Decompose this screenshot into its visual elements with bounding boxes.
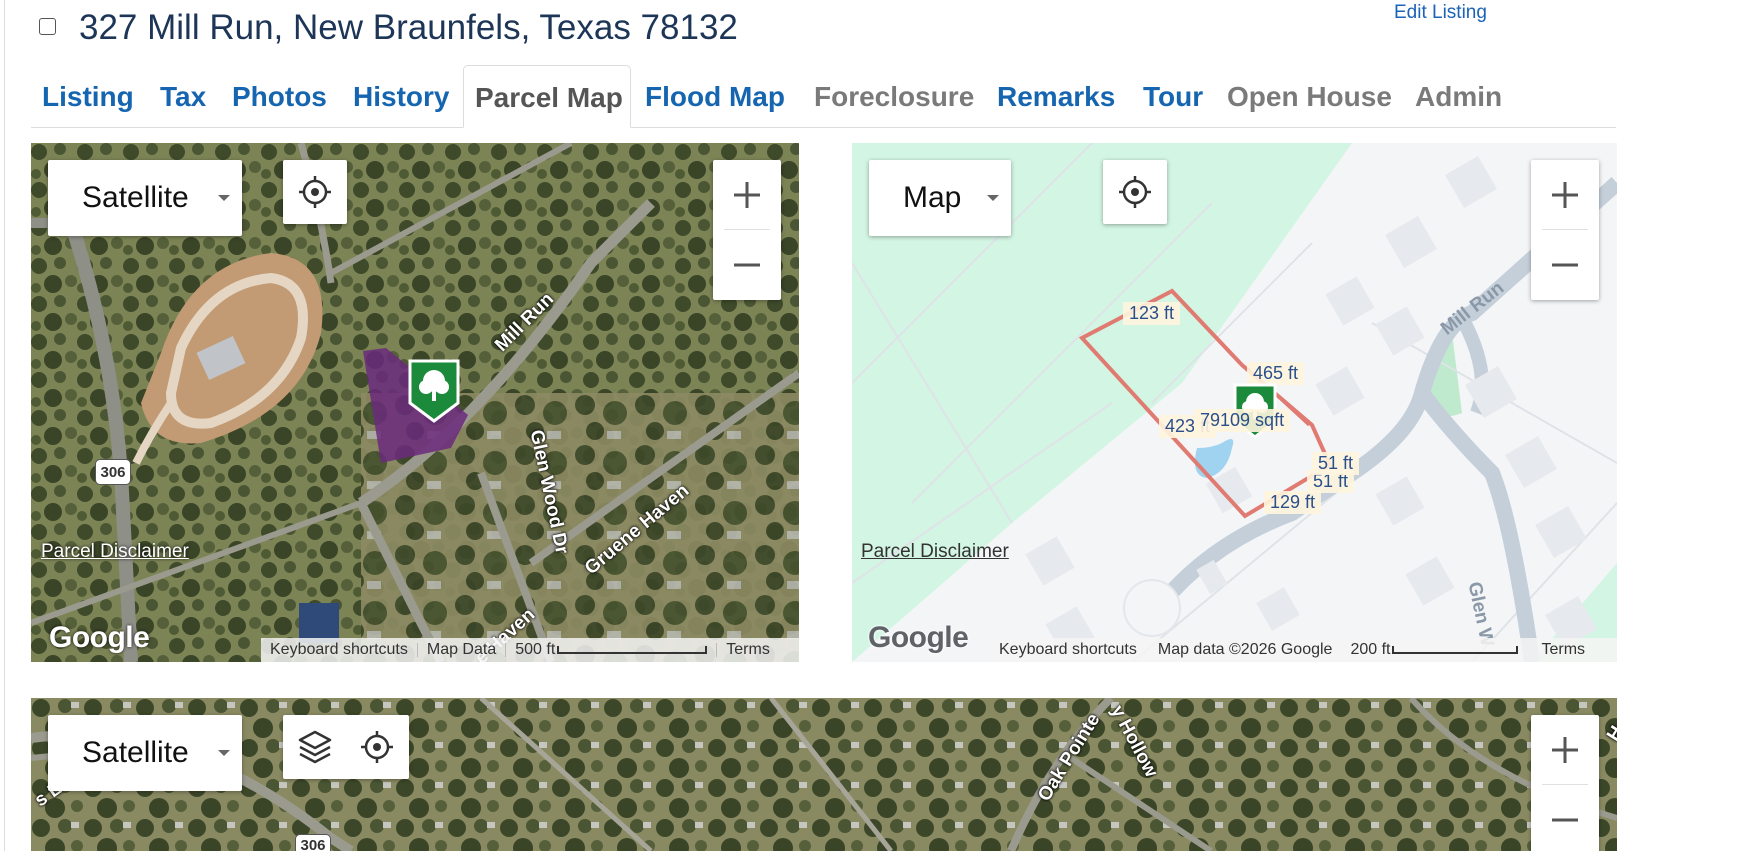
zoom-out-button[interactable] bbox=[1531, 785, 1599, 851]
zoom-in-button[interactable] bbox=[1531, 160, 1599, 230]
measurement-label: 51 ft bbox=[1312, 452, 1360, 475]
tab-remarks[interactable]: Remarks bbox=[986, 65, 1126, 127]
map-scale[interactable]: 200 ft bbox=[1341, 641, 1527, 659]
property-marker-icon[interactable] bbox=[406, 359, 462, 423]
scale-bar bbox=[1392, 645, 1519, 654]
parcel-zoom-control bbox=[1531, 160, 1599, 300]
zoom-out-button[interactable] bbox=[1531, 230, 1599, 300]
plus-icon bbox=[734, 182, 760, 208]
tab-admin: Admin bbox=[1415, 81, 1503, 112]
map-type-label: Map bbox=[903, 181, 962, 214]
parcel-disclaimer-link[interactable]: Parcel Disclaimer bbox=[861, 541, 1009, 563]
satellite-map-footer: Keyboard shortcuts Map Data 500 ft Terms bbox=[261, 638, 799, 662]
minus-icon bbox=[1552, 263, 1578, 267]
satellite-map[interactable]: 306 Mill Run Glen Wood Dr Gruene Haven e… bbox=[31, 143, 799, 662]
terms-link[interactable]: Terms bbox=[717, 641, 779, 659]
flood-map-type-button[interactable]: Satellite bbox=[48, 715, 242, 791]
parcel-map-type-button[interactable]: Map bbox=[869, 160, 1011, 236]
tab-listing[interactable]: Listing bbox=[31, 65, 145, 127]
map-type-label: Satellite bbox=[82, 736, 189, 769]
listing-title: 327 Mill Run, New Braunfels, Texas 78132 bbox=[79, 8, 738, 47]
map-type-label: Satellite bbox=[82, 181, 189, 214]
crosshair-icon bbox=[361, 731, 393, 763]
parcel-map-footer: Keyboard shortcuts Map data ©2026 Google… bbox=[990, 638, 1617, 662]
tab-tax[interactable]: Tax bbox=[149, 65, 217, 127]
listing-tabs: Listing Tax Photos History Parcel Map Fl… bbox=[31, 65, 1616, 128]
zoom-out-button[interactable] bbox=[713, 230, 781, 300]
chevron-down-icon bbox=[218, 195, 230, 201]
flood-satellite-map[interactable]: 306 s L Oak Pointe y Hollow H Satellite bbox=[31, 698, 1617, 851]
chevron-down-icon bbox=[987, 195, 999, 201]
parcel-disclaimer-link[interactable]: Parcel Disclaimer bbox=[41, 541, 189, 563]
terms-link[interactable]: Terms bbox=[1527, 641, 1594, 659]
plus-icon bbox=[1552, 182, 1578, 208]
layers-button[interactable] bbox=[283, 715, 347, 779]
parcel-area-label: 79109 sqft bbox=[1194, 409, 1291, 432]
keyboard-shortcuts-link[interactable]: Keyboard shortcuts bbox=[261, 641, 417, 659]
minus-icon bbox=[734, 263, 760, 267]
google-logo: Google bbox=[868, 621, 969, 654]
tab-parcel-map[interactable]: Parcel Map bbox=[463, 65, 631, 128]
crosshair-icon bbox=[1119, 176, 1151, 208]
minus-icon bbox=[1552, 818, 1578, 822]
flood-zoom-control bbox=[1531, 715, 1599, 851]
flood-map-tool-group bbox=[283, 715, 409, 779]
measurement-label: 129 ft bbox=[1264, 491, 1322, 514]
parcel-road-map[interactable]: Mill Run Glen W 123 ft 465 ft 423 ft 791… bbox=[852, 143, 1617, 662]
edit-listing-link[interactable]: Edit Listing bbox=[1394, 2, 1487, 24]
plus-icon bbox=[1552, 737, 1578, 763]
tab-history[interactable]: History bbox=[342, 65, 460, 127]
select-listing-checkbox[interactable] bbox=[39, 18, 56, 35]
scale-bar bbox=[557, 645, 708, 654]
tab-open-house: Open House bbox=[1227, 81, 1392, 112]
highway-306-shield: 306 bbox=[95, 459, 131, 485]
highway-306-shield: 306 bbox=[295, 834, 331, 851]
measurement-label: 465 ft bbox=[1247, 362, 1305, 385]
satellite-zoom-control bbox=[713, 160, 781, 300]
flood-locate-button[interactable] bbox=[345, 715, 409, 779]
map-scale[interactable]: 500 ft bbox=[506, 641, 716, 659]
tab-flood-map[interactable]: Flood Map bbox=[634, 65, 796, 127]
zoom-in-button[interactable] bbox=[713, 160, 781, 230]
scale-label: 200 ft bbox=[1350, 641, 1391, 658]
page-left-rule bbox=[4, 0, 5, 851]
keyboard-shortcuts-link[interactable]: Keyboard shortcuts bbox=[990, 641, 1146, 659]
satellite-map-type-button[interactable]: Satellite bbox=[48, 160, 242, 236]
chevron-down-icon bbox=[218, 750, 230, 756]
measurement-label: 123 ft bbox=[1123, 302, 1181, 325]
satellite-imagery bbox=[31, 698, 1617, 851]
parcel-locate-button[interactable] bbox=[1103, 160, 1167, 224]
zoom-in-button[interactable] bbox=[1531, 715, 1599, 785]
satellite-locate-button[interactable] bbox=[283, 160, 347, 224]
map-data-link[interactable]: Map Data bbox=[418, 641, 505, 659]
tab-foreclosure: Foreclosure bbox=[814, 81, 975, 112]
google-logo: Google bbox=[49, 621, 150, 654]
layers-icon bbox=[298, 730, 332, 764]
scale-label: 500 ft bbox=[515, 641, 556, 658]
tab-photos[interactable]: Photos bbox=[221, 65, 338, 127]
crosshair-icon bbox=[299, 176, 331, 208]
tab-tour[interactable]: Tour bbox=[1132, 65, 1214, 127]
map-data-link[interactable]: Map data ©2026 Google bbox=[1146, 641, 1342, 659]
